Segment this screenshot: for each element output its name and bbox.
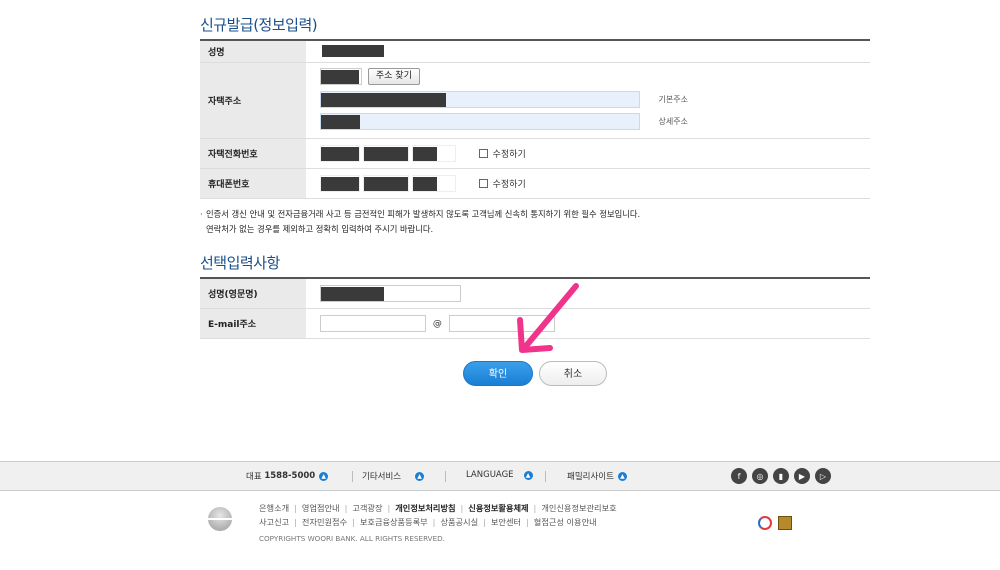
email-id-input[interactable]: [320, 314, 426, 332]
mobile-part1[interactable]: [320, 174, 360, 192]
zipcode-input[interactable]: [320, 67, 362, 85]
language-menu[interactable]: LANGUAGE ▲: [466, 470, 533, 480]
link-branch-info[interactable]: 영업점안내: [302, 503, 340, 513]
youtube-icon[interactable]: ▶: [794, 468, 810, 484]
cancel-button[interactable]: 취소: [539, 361, 607, 386]
mobile-edit-checkbox[interactable]: 수정하기: [478, 177, 526, 190]
checkbox-icon: [478, 178, 488, 188]
info-form: 성명 자택주소 주소 찾기 기본주소 상세주소 자택전화번호 수정하기 휴대폰번…: [200, 39, 870, 237]
bank-logo: [208, 507, 232, 531]
footer-links-row1: 은행소개 | 영업점안내 | 고객광장 | 개인정보처리방침 | 신용정보활용체제 | 개인신용정보…: [259, 503, 617, 513]
link-protected-products[interactable]: 보호금융상품등록부: [360, 517, 428, 527]
section-title-new-issue: 신규발급(정보입력): [200, 16, 318, 34]
edit-checkbox-label: 수정하기: [492, 149, 526, 160]
mobile-part3[interactable]: [411, 174, 456, 192]
link-product-disclosure[interactable]: 상품공시실: [440, 517, 478, 527]
chevron-down-icon: ▲: [523, 470, 533, 480]
home-phone-part3[interactable]: [411, 144, 456, 162]
link-incident-report[interactable]: 사고신고: [259, 517, 289, 527]
detail-address-input[interactable]: [320, 112, 640, 130]
mobile-label: 휴대폰번호: [200, 168, 306, 199]
copyright: COPYRIGHTS WOORI BANK. ALL RIGHTS RESERV…: [259, 534, 445, 543]
social-links: f ◎ ▮ ▶ ▷: [731, 468, 831, 484]
basic-address-tag: 기본주소: [658, 94, 688, 104]
basic-address-input[interactable]: [320, 90, 640, 108]
email-label: E-mail주소: [200, 308, 306, 339]
detail-address-tag: 상세주소: [658, 116, 688, 126]
link-customer-plaza[interactable]: 고객광장: [352, 503, 382, 513]
checkbox-icon: [478, 148, 488, 158]
notice-text: 인증서 갱신 안내 및 전자금융거래 사고 등 금전적인 피해가 발생하지 않도…: [200, 207, 870, 237]
home-phone-part2[interactable]: [362, 144, 409, 162]
address-search-button[interactable]: 주소 찾기: [367, 67, 420, 85]
family-sites-label: 패밀리사이트: [567, 472, 614, 482]
play-icon[interactable]: ▷: [815, 468, 831, 484]
chevron-down-icon: ▲: [415, 471, 425, 481]
home-phone-edit-checkbox[interactable]: 수정하기: [478, 147, 526, 160]
chevron-down-icon: ▲: [319, 471, 329, 481]
link-security-center[interactable]: 보안센터: [491, 517, 521, 527]
address-label: 자택주소: [200, 62, 306, 139]
notice-line-1: 인증서 갱신 안내 및 전자금융거래 사고 등 금전적인 피해가 발생하지 않도…: [206, 208, 641, 219]
certification-mark-icon: [778, 516, 792, 530]
link-e-complaint[interactable]: 전자민원접수: [302, 517, 347, 527]
instagram-icon[interactable]: ◎: [752, 468, 768, 484]
email-at-sign: @: [432, 318, 442, 329]
facebook-icon[interactable]: f: [731, 468, 747, 484]
english-name-input[interactable]: [320, 284, 461, 302]
other-services-label: 기타서비스: [362, 472, 402, 482]
other-services-menu[interactable]: 기타서비스 ▲: [362, 470, 425, 482]
link-bank-intro[interactable]: 은행소개: [259, 503, 289, 513]
notice-line-2: 연락처가 없는 경우를 제외하고 정확히 입력하여 주시기 바랍니다.: [206, 223, 434, 234]
certification-badges: [758, 516, 792, 530]
home-phone-part1[interactable]: [320, 144, 360, 162]
language-label: LANGUAGE: [466, 470, 514, 480]
name-label: 성명: [200, 40, 306, 63]
footer-links-row2: 사고신고 | 전자민원접수 | 보호금융상품등록부 | 상품공시실 | 보안센터 | 혈접근성 이용…: [259, 517, 597, 527]
rep-number-value: 1588-5000: [264, 471, 316, 481]
edit-checkbox-label: 수정하기: [492, 179, 526, 190]
rep-number[interactable]: 대표 1588-5000 ▲: [246, 470, 329, 482]
family-sites-menu[interactable]: 패밀리사이트 ▲: [567, 470, 627, 482]
section-title-optional: 선택입력사항: [200, 254, 280, 272]
home-phone-label: 자택전화번호: [200, 138, 306, 169]
name-value-redacted: [322, 45, 384, 58]
chevron-down-icon: ▲: [617, 471, 627, 481]
link-credit-info-system[interactable]: 신용정보활용체제: [468, 503, 528, 513]
mobile-part2[interactable]: [362, 174, 409, 192]
link-credit-info-protection[interactable]: 개인신용정보관리보호: [541, 503, 616, 513]
pink-arrow-icon: [517, 283, 579, 353]
podcast-icon[interactable]: ▮: [773, 468, 789, 484]
footer-bar: 대표 1588-5000 ▲ 기타서비스 ▲ LANGUAGE ▲ 패밀리사이트…: [0, 461, 1000, 491]
link-privacy-policy[interactable]: 개인정보처리방침: [395, 503, 455, 513]
link-accessibility[interactable]: 혈접근성 이용안내: [534, 517, 597, 527]
confirm-button[interactable]: 확인: [463, 361, 533, 386]
rep-label: 대표: [246, 472, 262, 482]
web-accessibility-badge-icon: [758, 516, 772, 530]
english-name-label: 성명(영문명): [200, 278, 306, 309]
